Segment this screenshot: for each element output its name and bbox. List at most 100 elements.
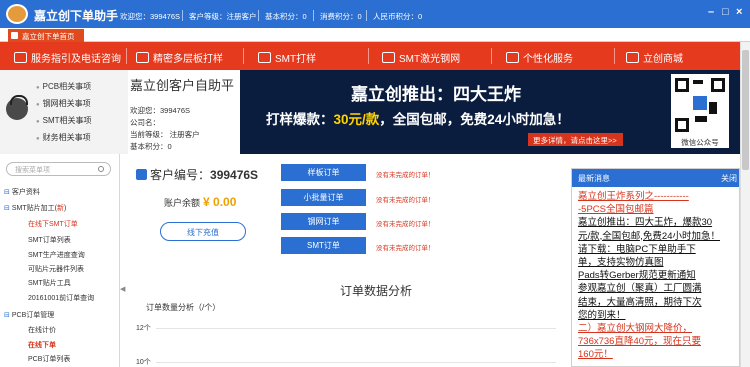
- nav-label: SMT打样: [275, 54, 317, 65]
- sidebar-collapse-icon[interactable]: ◀: [120, 285, 125, 293]
- tab-home-label: 嘉立创下单首页: [22, 32, 75, 41]
- nav-smt-sample[interactable]: SMT打样: [258, 42, 316, 70]
- sidebar-item-place-order[interactable]: 在线下单: [28, 340, 56, 350]
- gridline: [156, 362, 556, 363]
- phone-icon: [14, 52, 27, 63]
- customer-id-label: 客户编号：: [150, 168, 211, 182]
- sidebar-menu: 搜索菜单项 客户资料 SMT贴片加工(新) 在线下SMT订单 SMT订单列表 S…: [0, 154, 120, 367]
- customer-level: 客户等级：注册客户: [189, 12, 257, 21]
- smt-order-status: 没有未完成的订单！: [376, 245, 435, 252]
- news-item[interactable]: 参观嘉立创（聚真）工厂圆满: [578, 283, 702, 294]
- stencil-icon: [382, 52, 395, 63]
- sidebar-item-pricing[interactable]: 在线计价: [28, 325, 56, 335]
- scrollbar[interactable]: [740, 42, 750, 367]
- user-points: 基本积分：0: [130, 142, 172, 151]
- sidebar-item-smt-tools[interactable]: SMT贴片工具: [28, 278, 71, 288]
- news-item[interactable]: 二）嘉立创大钢网大降价，: [578, 323, 692, 334]
- search-icon[interactable]: [98, 166, 104, 172]
- main-content: 客户编号：399476S 账户余额 ¥ 0.00 线下充值 样板订单 没有未完成的…: [126, 154, 571, 367]
- sidebar-item-smt-progress[interactable]: SMT生产进度查询: [28, 250, 85, 260]
- nav-custom-service[interactable]: 个性化服务: [506, 42, 573, 70]
- sidebar-item-smt[interactable]: SMT贴片加工(新): [4, 203, 66, 213]
- news-item[interactable]: 嘉立创王炸系列之-----------: [578, 191, 689, 202]
- sidebar-item-smt-list[interactable]: SMT订单列表: [28, 235, 71, 245]
- nav-service-guide[interactable]: 服务指引及电话咨询: [14, 42, 121, 70]
- news-close-button[interactable]: 关闭: [721, 173, 737, 184]
- sidebar-item-pcb-list[interactable]: PCB订单列表: [28, 354, 70, 364]
- scrollbar-thumb[interactable]: [742, 50, 749, 170]
- user-panel-title: 嘉立创客户自助平: [130, 78, 235, 93]
- nav-mall[interactable]: 立创商城: [626, 42, 683, 70]
- close-icon[interactable]: ×: [736, 6, 742, 18]
- welcome-text: 欢迎您：399476S: [120, 12, 181, 21]
- news-item[interactable]: Pads转Gerber规范更新通知: [578, 270, 696, 281]
- support-avatar-icon: [6, 95, 28, 120]
- quick-link-finance[interactable]: 财务相关事项: [36, 132, 91, 143]
- offline-recharge-button[interactable]: 线下充值: [160, 222, 246, 241]
- menu-search-input[interactable]: 搜索菜单项: [6, 162, 111, 176]
- new-badge: 新: [56, 205, 64, 212]
- search-placeholder: 搜索菜单项: [15, 167, 50, 174]
- tab-bar: 嘉立创下单首页: [0, 28, 750, 42]
- user-icon: [136, 169, 147, 180]
- chart-title: 订单数量分析（/个）: [146, 303, 221, 312]
- wechat-qr-code: [671, 74, 729, 136]
- news-panel: 最新消息 关闭 嘉立创王炸系列之----------- -5PCS全国包邮篇 嘉立创…: [571, 168, 740, 367]
- news-item[interactable]: 160元！: [578, 349, 613, 360]
- news-item[interactable]: -5PCS全国包邮篇: [578, 204, 653, 215]
- sidebar-item-label-end: ): [63, 205, 67, 212]
- minimize-icon[interactable]: –: [708, 6, 714, 18]
- promo-banner[interactable]: 嘉立创推出：四大王炸 打样爆款：30元/款，全国包邮，免费24小时加急！ 更多详…: [240, 70, 740, 154]
- banner-sub-suffix: ，全国包邮，免费24小时加急！: [379, 112, 570, 127]
- nav-multilayer[interactable]: 精密多层板打样: [136, 42, 223, 70]
- home-tab-icon: [11, 32, 18, 39]
- nav-label: 精密多层板打样: [153, 54, 223, 65]
- tab-home[interactable]: 嘉立创下单首页: [8, 29, 84, 42]
- stencil-order-button[interactable]: 钢网订单: [281, 213, 366, 230]
- main-nav: 服务指引及电话咨询 精密多层板打样 SMT打样 SMT激光钢网 个性化服务 立创…: [0, 42, 740, 70]
- sidebar-item-customer-info[interactable]: 客户资料: [4, 187, 40, 197]
- sidebar-item-pcb[interactable]: PCB订单管理: [4, 310, 54, 320]
- sidebar-item-old-orders[interactable]: 20161001前订单查询: [28, 293, 94, 303]
- small-batch-order-status: 没有未完成的订单！: [376, 197, 435, 204]
- news-item[interactable]: 结束，大量高清照，期待下次: [578, 297, 702, 308]
- chip-icon: [258, 52, 271, 63]
- sample-order-status: 没有未完成的订单！: [376, 172, 435, 179]
- account-balance: 账户余额 ¥ 0.00: [164, 195, 236, 209]
- balance-value: ¥ 0.00: [203, 195, 237, 209]
- nav-label: 立创商城: [643, 54, 683, 65]
- user-company: 公司名：: [130, 118, 160, 127]
- order-analysis-title: 订单数据分析: [340, 284, 413, 298]
- quick-link-smt[interactable]: SMT相关事项: [36, 115, 92, 126]
- quick-links-panel: PCB相关事项 钢网相关事项 SMT相关事项 财务相关事项: [0, 70, 128, 154]
- title-bar: 嘉立创下单助手 欢迎您：399476S 客户等级：注册客户 基本积分：0 消费积…: [0, 0, 750, 28]
- news-item[interactable]: 单，支持实物仿真图: [578, 257, 664, 268]
- balance-label: 账户余额: [164, 198, 201, 208]
- news-item[interactable]: 请下载：电脑PC下单助手下: [578, 244, 696, 255]
- sidebar-item-smt-order[interactable]: 在线下SMT订单: [28, 219, 78, 229]
- quick-link-pcb[interactable]: PCB相关事项: [36, 81, 91, 92]
- y-tick-10: 10个: [136, 359, 151, 366]
- user-welcome: 欢迎您：399476S: [130, 106, 191, 115]
- app-logo-icon: [6, 4, 28, 24]
- banner-more-link[interactable]: 更多详情，请点击这里>>: [528, 133, 623, 146]
- user-level: 当前等级： 注册客户: [130, 130, 200, 139]
- nav-smt-stencil[interactable]: SMT激光钢网: [382, 42, 460, 70]
- board-icon: [136, 52, 149, 63]
- news-item[interactable]: 736x736直降40元，现在只要: [578, 336, 701, 347]
- maximize-icon[interactable]: □: [722, 6, 729, 18]
- banner-subtitle: 打样爆款：30元/款，全国包邮，免费24小时加急！: [266, 108, 570, 128]
- small-batch-order-button[interactable]: 小批量订单: [281, 189, 366, 206]
- gridline: [156, 328, 556, 329]
- news-item[interactable]: 您的到来！: [578, 310, 626, 321]
- sidebar-item-components[interactable]: 可贴片元器件列表: [28, 264, 84, 274]
- quick-link-stencil[interactable]: 钢网相关事项: [36, 98, 91, 109]
- banner-sub-highlight: 30元/款: [333, 112, 380, 127]
- news-item[interactable]: 嘉立创推出：四大王炸，爆款30: [578, 217, 712, 228]
- smt-order-button[interactable]: SMT订单: [281, 237, 366, 254]
- sidebar-item-label: SMT贴片加工(: [11, 205, 57, 212]
- news-item[interactable]: 元/款,全国包邮,免费24小时加急！: [578, 231, 720, 242]
- consume-points: 消费积分：0: [320, 12, 362, 21]
- sample-order-button[interactable]: 样板订单: [281, 164, 366, 181]
- customer-id: 客户编号：399476S: [136, 166, 258, 183]
